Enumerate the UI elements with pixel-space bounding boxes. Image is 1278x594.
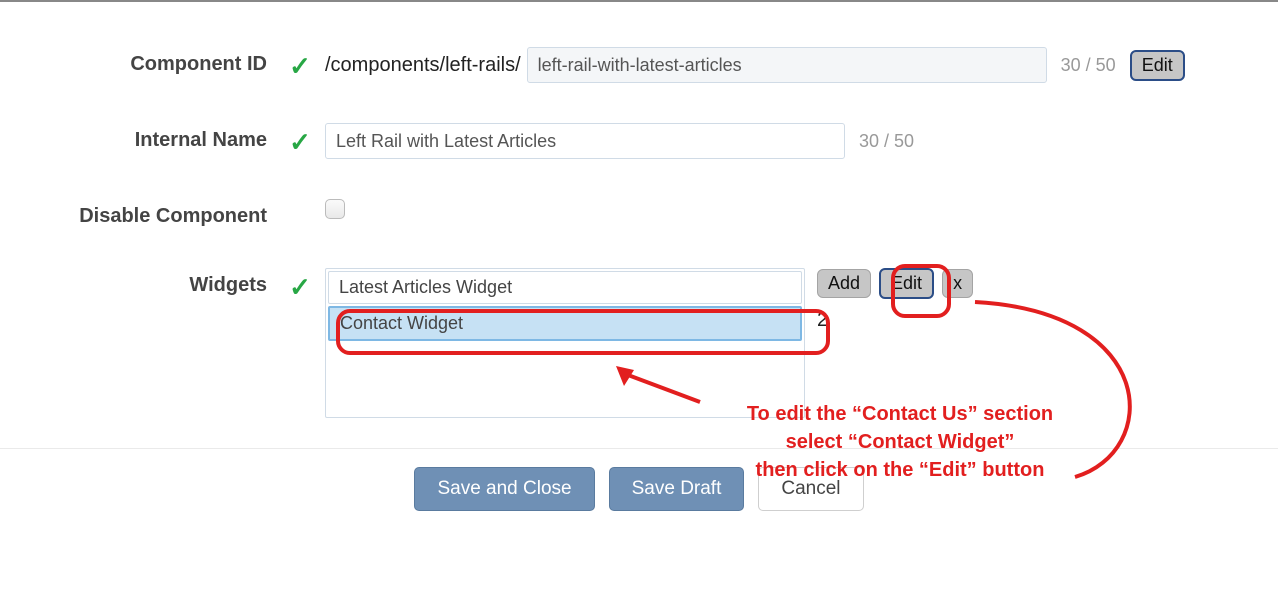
component-id-input[interactable] [527, 47, 1047, 83]
internal-name-label: Internal Name [20, 123, 275, 152]
annotation-text: To edit the “Contact Us” section select … [700, 400, 1100, 484]
widgets-edit-button[interactable]: Edit [879, 268, 934, 299]
widgets-count: 2 [817, 309, 973, 332]
save-and-close-button[interactable]: Save and Close [414, 467, 594, 511]
check-icon: ✓ [289, 127, 311, 157]
component-id-edit-button[interactable]: Edit [1130, 50, 1185, 81]
widgets-add-button[interactable]: Add [817, 269, 871, 298]
internal-name-counter: 30 / 50 [859, 131, 914, 152]
list-item[interactable]: Contact Widget [328, 306, 802, 341]
disable-component-label: Disable Component [20, 199, 275, 228]
widgets-label: Widgets [20, 268, 275, 297]
disable-component-checkbox[interactable] [325, 199, 345, 219]
list-item[interactable]: Latest Articles Widget [328, 271, 802, 304]
internal-name-input[interactable] [325, 123, 845, 159]
component-id-prefix: /components/left-rails/ [325, 54, 521, 77]
check-icon: ✓ [289, 51, 311, 81]
widgets-listbox[interactable]: Latest Articles Widget Contact Widget [325, 268, 805, 418]
widgets-remove-button[interactable]: x [942, 269, 973, 298]
check-icon: ✓ [289, 272, 311, 302]
component-id-counter: 30 / 50 [1061, 55, 1116, 76]
component-id-label: Component ID [20, 47, 275, 76]
